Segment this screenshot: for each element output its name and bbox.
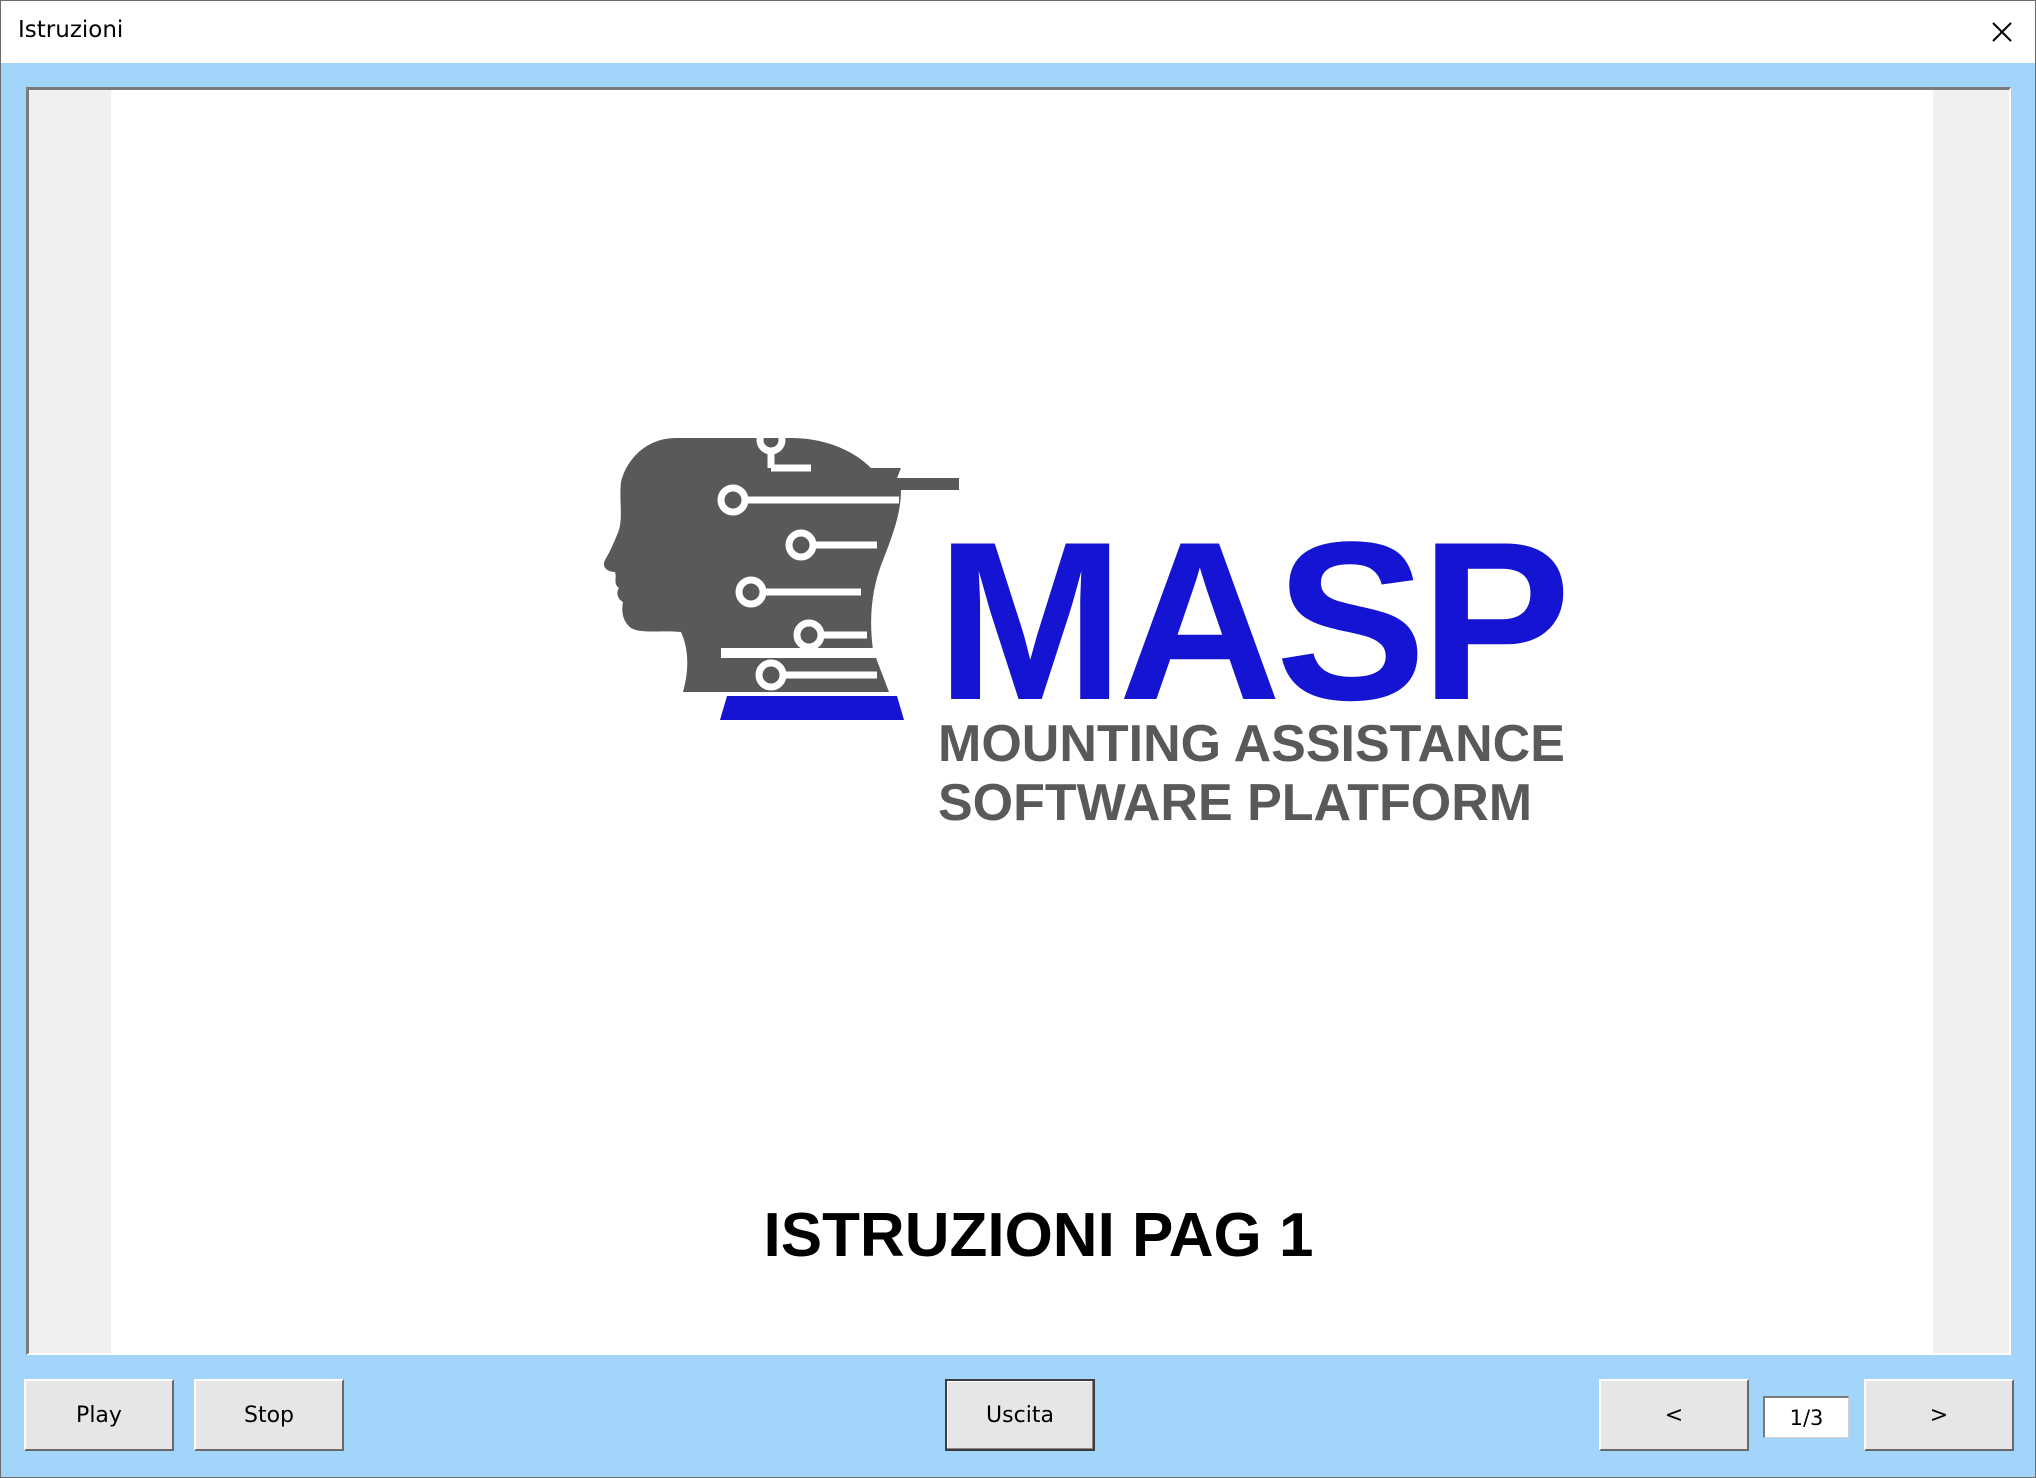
- page-indicator-field[interactable]: 1/3: [1763, 1396, 1849, 1438]
- exit-button[interactable]: Uscita: [945, 1379, 1095, 1451]
- instruction-page-image: MASP MOUNTING ASSISTANCE SOFTWARE PLATFO…: [111, 90, 1933, 1353]
- close-button[interactable]: [1969, 1, 2035, 63]
- previous-page-button[interactable]: <: [1599, 1379, 1749, 1451]
- logo-wordmark: MASP: [936, 494, 1571, 747]
- play-button[interactable]: Play: [24, 1379, 174, 1451]
- image-viewer: MASP MOUNTING ASSISTANCE SOFTWARE PLATFO…: [26, 87, 2011, 1355]
- next-page-button[interactable]: >: [1864, 1379, 2014, 1451]
- logo-tagline-line2: SOFTWARE PLATFORM: [938, 774, 1533, 832]
- instructions-window: Istruzioni MASP MOUNTING ASSISTANCE SOFT…: [0, 0, 2036, 1478]
- stop-button[interactable]: Stop: [194, 1379, 344, 1451]
- circuit-head-icon: [603, 425, 959, 720]
- page-heading: ISTRUZIONI PAG 1: [763, 1201, 1314, 1270]
- title-bar[interactable]: Istruzioni: [1, 1, 2035, 63]
- form-client-area: MASP MOUNTING ASSISTANCE SOFTWARE PLATFO…: [1, 63, 2035, 1477]
- logo-tagline-line1: MOUNTING ASSISTANCE: [938, 715, 1565, 773]
- close-icon: [1992, 22, 2012, 42]
- window-title: Istruzioni: [18, 17, 124, 43]
